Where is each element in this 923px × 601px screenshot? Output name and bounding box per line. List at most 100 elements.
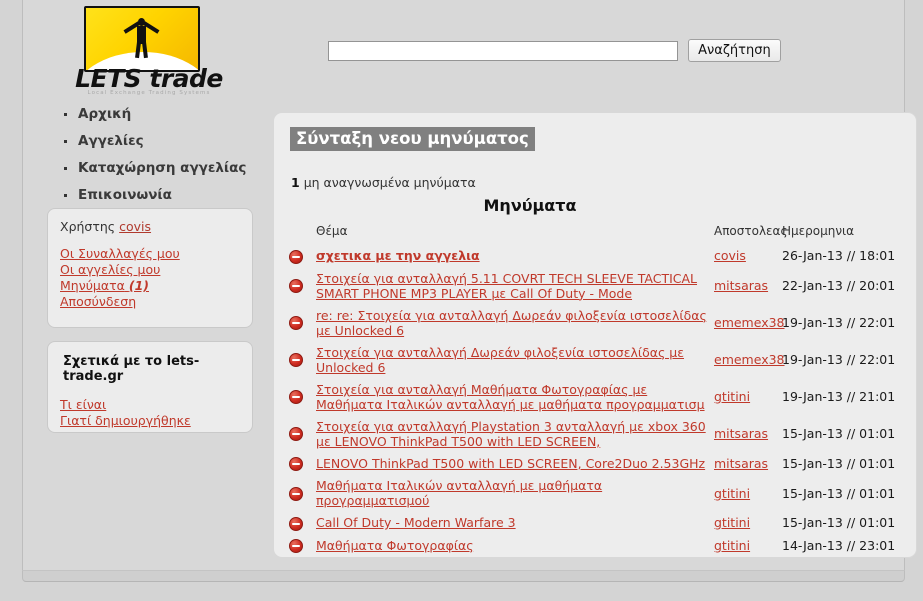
message-sender-cell: covis <box>714 245 782 268</box>
table-row: Στοιχεία για ανταλλαγή Δωρεάν φιλοξενία … <box>289 342 904 379</box>
nav-item-listings[interactable]: Αγγελίες <box>61 133 261 149</box>
delete-icon[interactable] <box>289 516 303 531</box>
row-actions-cell <box>289 342 316 379</box>
user-link-logout[interactable]: Αποσύνδεση <box>60 294 240 310</box>
message-sender-link[interactable]: covis <box>714 248 746 263</box>
message-sender-link[interactable]: gtitini <box>714 389 750 404</box>
page-title[interactable]: Σύνταξη νεου μηνύματος <box>290 127 535 151</box>
row-actions-cell <box>289 512 316 535</box>
about-link-why-created[interactable]: Γιατί δημιουργήθηκε <box>60 413 240 429</box>
message-sender-link[interactable]: mitsaras <box>714 426 768 441</box>
table-row: LENOVO ThinkPad T500 with LED SCREEN, Co… <box>289 453 904 476</box>
message-date-cell: 14-Jan-13 // 23:01 <box>782 537 896 553</box>
page-container: LETS trade Local Exchange Trading System… <box>22 0 917 570</box>
message-subject-link[interactable]: σχετικα με την αγγελια <box>316 248 480 263</box>
table-row: Στοιχεία για ανταλλαγή 5.11 COVRT TECH S… <box>289 268 904 305</box>
logo-subtitle: Local Exchange Trading Systems <box>87 90 211 96</box>
message-date-cell: 15-Jan-13 // 01:01 <box>782 426 896 441</box>
delete-icon[interactable] <box>289 353 303 368</box>
message-sender-cell: gtitini <box>714 475 782 512</box>
row-actions-cell <box>289 305 316 342</box>
messages-heading: Μηνύματα <box>483 196 577 215</box>
table-row: Στοιχεία για ανταλλαγή Μαθήματα Φωτογραφ… <box>289 379 904 416</box>
message-sender-link[interactable]: mitsaras <box>714 278 768 293</box>
row-actions-cell <box>289 535 316 558</box>
delete-icon[interactable] <box>289 279 303 294</box>
user-link-messages-label: Μηνύματα <box>60 278 125 293</box>
message-date-cell: 15-Jan-13 // 01:01 <box>782 485 896 501</box>
delete-icon[interactable] <box>289 316 303 331</box>
unread-status: 1 μη αναγνωσμένα μηνύματα <box>291 175 916 190</box>
nav-item-home[interactable]: Αρχική <box>61 106 261 122</box>
message-sender-cell: mitsaras <box>714 453 782 476</box>
column-header-sender: Αποστολεας <box>714 224 788 238</box>
message-subject-cell: re: re: Στοιχεία για ανταλλαγή Δωρεάν φι… <box>316 305 714 342</box>
logo-person-icon <box>123 18 160 59</box>
messages-table: Θέμα Αποστολεας Ημερομηνια σχετικα με τη… <box>289 224 904 557</box>
nav-item-contact[interactable]: Επικοινωνία <box>61 187 261 203</box>
message-subject-link[interactable]: Στοιχεία για ανταλλαγή 5.11 COVRT TECH S… <box>316 271 697 301</box>
message-subject-cell: LENOVO ThinkPad T500 with LED SCREEN, Co… <box>316 453 714 476</box>
about-panel: Σχετικά με το lets-trade.gr Τι είναι Για… <box>47 341 253 433</box>
unread-label: μη αναγνωσμένα μηνύματα <box>303 175 476 190</box>
message-sender-cell: gtitini <box>714 535 782 558</box>
message-subject-link[interactable]: Στοιχεία για ανταλλαγή Playstation 3 αντ… <box>316 419 706 449</box>
messages-table-body: σχετικα με την αγγελια covis 26-Jan-13 // … <box>289 245 904 557</box>
message-subject-link[interactable]: LENOVO ThinkPad T500 with LED SCREEN, Co… <box>316 456 705 471</box>
message-subject-link[interactable]: Μαθήματα Φωτογραφίας <box>316 538 474 553</box>
user-link-messages[interactable]: Μηνύματα (1) <box>60 278 240 294</box>
message-subject-cell: Στοιχεία για ανταλλαγή 5.11 COVRT TECH S… <box>316 268 714 305</box>
message-sender-cell: gtitini <box>714 379 782 416</box>
search-area: Αναζήτηση <box>328 39 781 62</box>
delete-icon[interactable] <box>289 390 303 405</box>
message-subject-link[interactable]: Call Of Duty - Modern Warfare 3 <box>316 515 516 530</box>
about-link-what-is-it[interactable]: Τι είναι <box>60 397 240 413</box>
message-date-cell: 19-Jan-13 // 22:01 <box>782 352 896 367</box>
content-panel: Σύνταξη νεου μηνύματος 1 μη αναγνωσμένα … <box>273 112 917 558</box>
table-row: σχετικα με την αγγελια covis 26-Jan-13 // … <box>289 245 904 268</box>
message-subject-cell: Call Of Duty - Modern Warfare 3 <box>316 512 714 535</box>
table-row: Call Of Duty - Modern Warfare 3 gtitini 15… <box>289 512 904 535</box>
message-subject-link[interactable]: Μαθήματα Ιταλικών ανταλλαγή με μαθήματα … <box>316 478 602 508</box>
message-sender-link[interactable]: mitsaras <box>714 456 768 471</box>
table-row: re: re: Στοιχεία για ανταλλαγή Δωρεάν φι… <box>289 305 904 342</box>
row-actions-cell <box>289 475 316 512</box>
unread-count: 1 <box>291 175 300 190</box>
message-sender-link[interactable]: ememex38 <box>714 315 785 330</box>
delete-icon[interactable] <box>289 539 303 553</box>
column-header-subject: Θέμα <box>316 224 348 238</box>
message-subject-link[interactable]: Στοιχεία για ανταλλαγή Δωρεάν φιλοξενία … <box>316 345 684 375</box>
row-actions-cell <box>289 416 316 453</box>
delete-icon[interactable] <box>289 249 303 264</box>
message-subject-link[interactable]: Στοιχεία για ανταλλαγή Μαθήματα Φωτογραφ… <box>316 382 705 412</box>
user-link-transactions[interactable]: Οι Συναλλαγές μου <box>60 246 240 262</box>
message-sender-link[interactable]: gtitini <box>714 515 750 530</box>
message-subject-link[interactable]: re: re: Στοιχεία για ανταλλαγή Δωρεάν φι… <box>316 308 707 338</box>
row-actions-cell <box>289 268 316 305</box>
message-sender-link[interactable]: gtitini <box>714 538 750 553</box>
table-row: Μαθήματα Ιταλικών ανταλλαγή με μαθήματα … <box>289 475 904 512</box>
delete-icon[interactable] <box>289 427 303 442</box>
table-row: Μαθήματα Φωτογραφίας gtitini 14-Jan-13 // … <box>289 535 904 558</box>
user-link-my-listings[interactable]: Οι αγγελίες μου <box>60 262 240 278</box>
delete-icon[interactable] <box>289 457 303 471</box>
message-sender-cell: gtitini <box>714 512 782 535</box>
message-sender-cell: ememex38 <box>714 342 785 379</box>
table-row: Στοιχεία για ανταλλαγή Playstation 3 αντ… <box>289 416 904 453</box>
search-button[interactable]: Αναζήτηση <box>688 39 781 62</box>
about-panel-title: Σχετικά με το lets-trade.gr <box>63 354 200 384</box>
delete-icon[interactable] <box>289 486 303 501</box>
user-greeting: Χρήστης covis <box>60 219 240 234</box>
site-logo[interactable]: LETS trade Local Exchange Trading System… <box>59 2 239 98</box>
message-date-cell: 26-Jan-13 // 18:01 <box>782 248 896 264</box>
message-subject-cell: Στοιχεία για ανταλλαγή Δωρεάν φιλοξενία … <box>316 342 714 379</box>
message-sender-cell: ememex38 <box>714 305 785 342</box>
message-subject-cell: Μαθήματα Ιταλικών ανταλλαγή με μαθήματα … <box>316 475 714 512</box>
message-sender-link[interactable]: gtitini <box>714 486 750 501</box>
user-profile-link[interactable]: covis <box>119 219 151 234</box>
message-sender-link[interactable]: ememex38 <box>714 352 785 367</box>
search-input[interactable] <box>328 40 678 61</box>
message-subject-cell: Στοιχεία για ανταλλαγή Μαθήματα Φωτογραφ… <box>316 379 714 416</box>
message-date-cell: 15-Jan-13 // 01:01 <box>782 455 896 471</box>
nav-item-post-listing[interactable]: Καταχώρηση αγγελίας <box>61 160 261 176</box>
